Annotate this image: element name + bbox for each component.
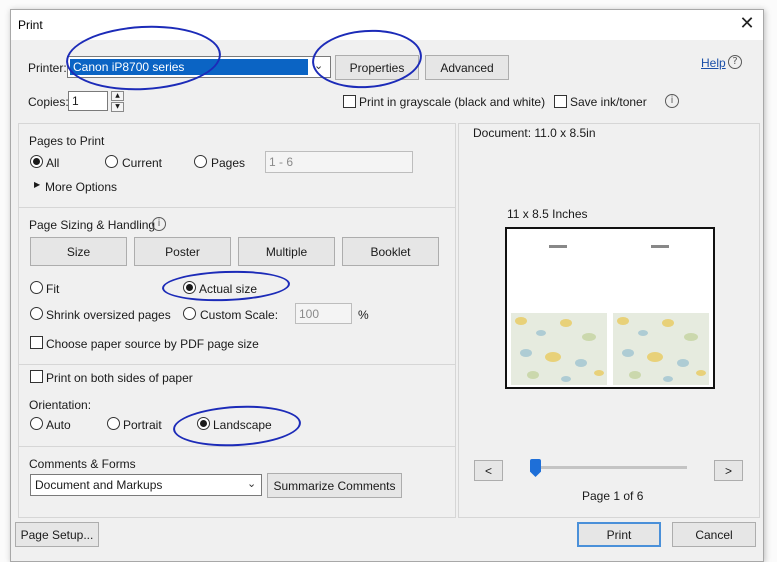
- current-label: Current: [122, 156, 163, 170]
- fit-radio[interactable]: [30, 281, 43, 294]
- auto-label: Auto: [46, 418, 71, 432]
- page-sizing-title: Page Sizing & Handling: [29, 218, 156, 232]
- copies-stepper[interactable]: ▲ ▼: [111, 91, 124, 112]
- document-size-label: Document: 11.0 x 8.5in: [473, 126, 596, 140]
- butterfly-pattern-image: [613, 313, 709, 385]
- current-radio[interactable]: [105, 155, 118, 168]
- summarize-comments-button[interactable]: Summarize Comments: [267, 473, 402, 498]
- copies-input[interactable]: 1: [68, 91, 108, 111]
- butterfly-pattern-svg: [613, 313, 709, 385]
- page-counter-label: Page 1 of 6: [582, 489, 644, 503]
- prev-page-button[interactable]: <: [474, 460, 503, 481]
- pages-label: Pages: [211, 156, 246, 170]
- dialog-title: Print: [18, 18, 43, 32]
- page-slider-track[interactable]: [530, 466, 687, 469]
- comments-select-value: Document and Markups: [35, 478, 163, 492]
- preview-sheet-left: [511, 233, 607, 385]
- help-icon[interactable]: ?: [728, 55, 742, 69]
- pages-to-print-title: Pages to Print: [29, 134, 105, 148]
- portrait-radio[interactable]: [107, 417, 120, 430]
- shrink-radio[interactable]: [30, 307, 43, 320]
- stepper-up-icon[interactable]: ▲: [111, 91, 124, 101]
- all-label: All: [46, 156, 60, 170]
- booklet-tab-button[interactable]: Booklet: [342, 237, 439, 266]
- grayscale-label: Print in grayscale (black and white): [359, 95, 546, 109]
- preview-sheet-right: [613, 233, 709, 385]
- butterfly-pattern-image: [511, 313, 607, 385]
- info-icon[interactable]: i: [152, 217, 166, 231]
- cancel-button[interactable]: Cancel: [672, 522, 756, 547]
- percent-label: %: [358, 308, 369, 322]
- preview-header-mark: [549, 245, 567, 248]
- portrait-label: Portrait: [123, 418, 162, 432]
- save-ink-checkbox[interactable]: [554, 95, 567, 108]
- orientation-label: Orientation:: [29, 398, 92, 412]
- advanced-button[interactable]: Advanced: [425, 55, 509, 80]
- all-radio[interactable]: [30, 155, 43, 168]
- comments-forms-section: Comments & Forms Document and Markups ⌄ …: [19, 447, 455, 517]
- print-preview-page: [505, 227, 715, 389]
- info-icon[interactable]: i: [665, 94, 679, 108]
- pages-to-print-section: Pages to Print All Current Pages 1 - 6 ▶…: [19, 124, 455, 208]
- comments-select[interactable]: Document and Markups ⌄: [30, 474, 262, 496]
- auto-radio[interactable]: [30, 417, 43, 430]
- grayscale-checkbox[interactable]: [343, 95, 356, 108]
- paper-source-checkbox[interactable]: [30, 336, 43, 349]
- close-icon[interactable]: ✕: [737, 14, 757, 34]
- custom-scale-input[interactable]: 100: [295, 303, 352, 324]
- poster-tab-button[interactable]: Poster: [134, 237, 231, 266]
- stepper-down-icon[interactable]: ▼: [111, 102, 124, 112]
- shrink-label: Shrink oversized pages: [46, 308, 171, 322]
- custom-scale-label: Custom Scale:: [200, 308, 279, 322]
- butterfly-pattern-svg: [511, 313, 607, 385]
- comments-forms-title: Comments & Forms: [29, 457, 136, 471]
- next-page-button[interactable]: >: [714, 460, 743, 481]
- both-sides-checkbox[interactable]: [30, 370, 43, 383]
- page-setup-button[interactable]: Page Setup...: [15, 522, 99, 547]
- fit-label: Fit: [46, 282, 60, 296]
- pages-range-input[interactable]: 1 - 6: [265, 151, 413, 173]
- help-link[interactable]: Help: [701, 56, 726, 70]
- preview-header-mark: [651, 245, 669, 248]
- chevron-down-icon: ⌄: [247, 477, 257, 490]
- caret-right-icon[interactable]: ▶: [34, 180, 40, 189]
- custom-scale-radio[interactable]: [183, 307, 196, 320]
- save-ink-label: Save ink/toner: [570, 95, 647, 109]
- paper-source-label: Choose paper source by PDF page size: [46, 337, 259, 351]
- size-tab-button[interactable]: Size: [30, 237, 127, 266]
- multiple-tab-button[interactable]: Multiple: [238, 237, 335, 266]
- more-options-link[interactable]: More Options: [45, 180, 117, 194]
- print-button[interactable]: Print: [577, 522, 661, 547]
- copies-label: Copies:: [28, 95, 69, 109]
- both-sides-label: Print on both sides of paper: [46, 371, 193, 385]
- pages-radio[interactable]: [194, 155, 207, 168]
- paper-size-label: 11 x 8.5 Inches: [507, 207, 588, 221]
- printer-label: Printer:: [28, 61, 67, 75]
